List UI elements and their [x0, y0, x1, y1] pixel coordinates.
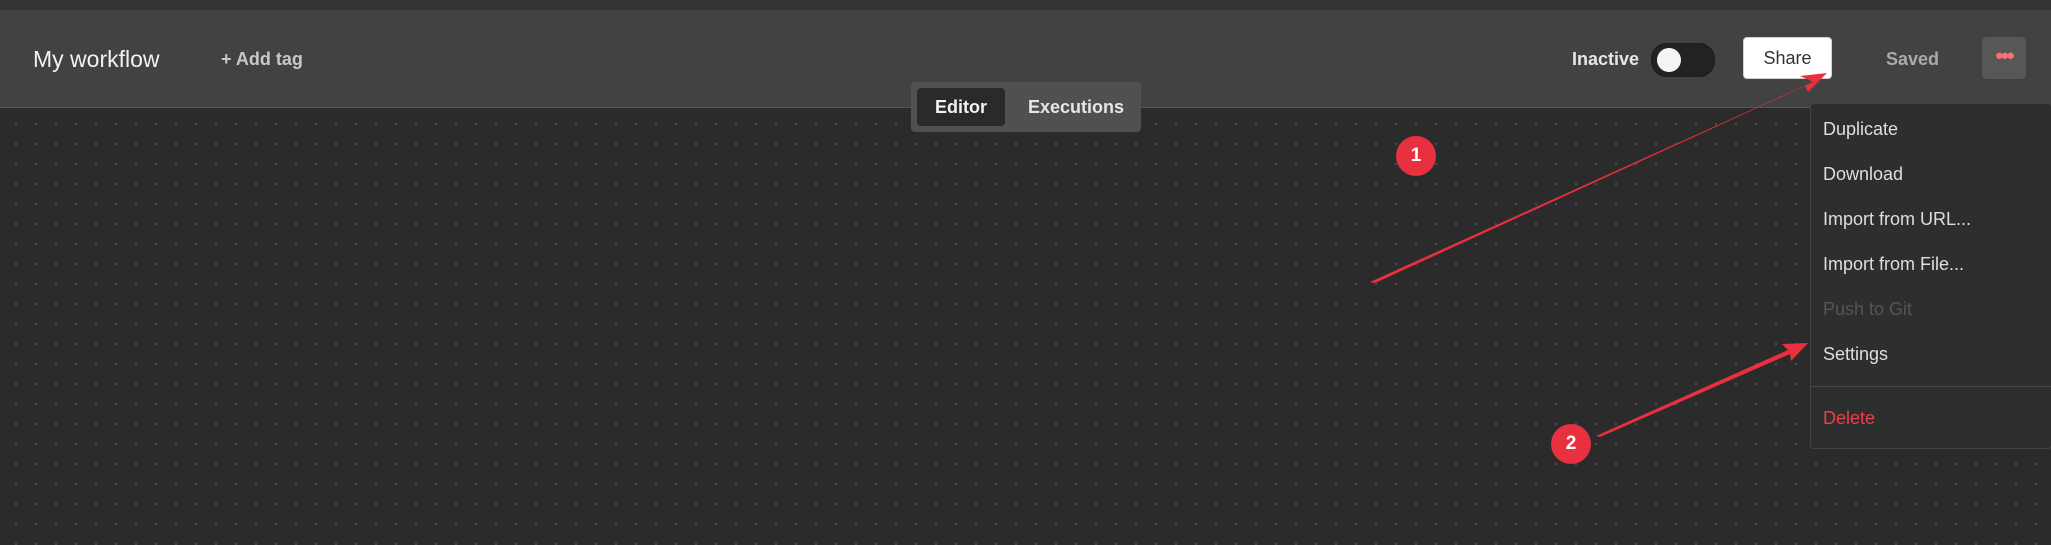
workflow-canvas[interactable]: [0, 108, 2051, 545]
menu-item-settings[interactable]: Settings: [1823, 344, 1888, 365]
tab-editor[interactable]: Editor: [917, 88, 1005, 126]
tab-executions[interactable]: Executions: [1016, 88, 1136, 126]
annotation-badge-2: 2: [1551, 424, 1591, 464]
annotation-badge-1: 1: [1396, 136, 1436, 176]
menu-item-import-file[interactable]: Import from File...: [1823, 254, 1964, 275]
more-horizontal-icon: •••: [1995, 43, 2014, 68]
menu-divider: [1811, 386, 2051, 387]
menu-item-push-to-git: Push to Git: [1823, 299, 1913, 319]
menu-item-duplicate[interactable]: Duplicate: [1823, 119, 1898, 140]
menu-item-import-url[interactable]: Import from URL...: [1823, 209, 1971, 230]
saved-status: Saved: [1886, 49, 1940, 69]
more-actions-button[interactable]: •••: [1982, 37, 2026, 79]
workflow-actions-menu: Duplicate Download Import from URL... Im…: [1810, 103, 2051, 449]
menu-item-download[interactable]: Download: [1823, 164, 1903, 185]
workflow-title[interactable]: My workflow: [33, 46, 160, 73]
menu-item-delete[interactable]: Delete: [1823, 408, 1875, 429]
view-tabs: Editor Executions: [911, 82, 1141, 132]
add-tag-button[interactable]: + Add tag: [221, 49, 303, 70]
toggle-knob: [1657, 48, 1681, 72]
share-button[interactable]: Share: [1743, 37, 1832, 79]
active-toggle[interactable]: [1651, 43, 1715, 77]
status-label: Inactive: [1572, 49, 1640, 69]
